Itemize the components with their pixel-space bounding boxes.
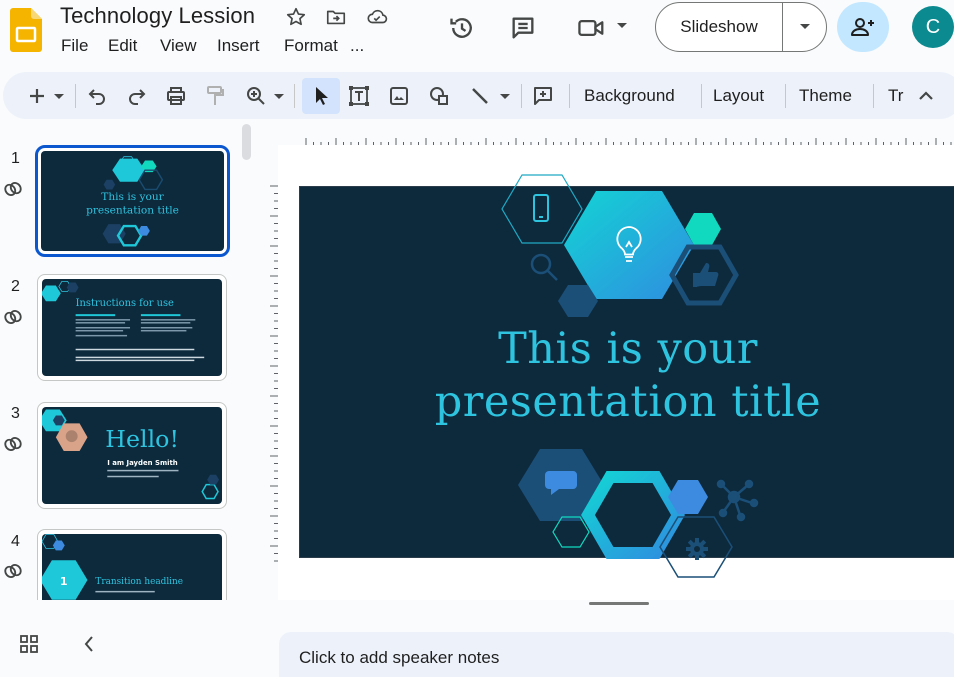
main-toolbar: Background Layout Theme Tr bbox=[3, 72, 954, 119]
filmstrip-scrollbar[interactable] bbox=[242, 124, 251, 160]
thumbnail-title: Transition headline bbox=[95, 577, 183, 587]
menu-view[interactable]: View bbox=[160, 36, 197, 56]
toolbar-divider bbox=[75, 84, 76, 108]
slide-thumbnail-3[interactable]: Hello! I am Jayden Smith bbox=[37, 402, 227, 509]
document-title[interactable]: Technology Lession bbox=[60, 3, 255, 29]
slideshow-label[interactable]: Slideshow bbox=[656, 3, 783, 51]
menu-format[interactable]: Format bbox=[284, 36, 338, 56]
thumbnail-title: Instructions for use bbox=[76, 298, 174, 309]
slide-number: 2 bbox=[11, 278, 20, 295]
line-dropdown-icon[interactable] bbox=[499, 84, 511, 108]
network-icon bbox=[716, 479, 759, 522]
svg-text:This is your: This is your bbox=[101, 191, 164, 203]
undo-icon[interactable] bbox=[85, 84, 109, 108]
print-icon[interactable] bbox=[164, 84, 188, 108]
slide-number: 4 bbox=[11, 533, 20, 550]
add-icon[interactable] bbox=[25, 84, 49, 108]
slide-number: 3 bbox=[11, 405, 20, 422]
meet-dropdown-icon[interactable] bbox=[616, 22, 628, 30]
move-to-folder-icon[interactable] bbox=[325, 6, 347, 28]
redo-icon[interactable] bbox=[125, 84, 149, 108]
select-icon[interactable] bbox=[309, 84, 333, 108]
slide-thumbnail-2[interactable]: Instructions for use bbox=[37, 274, 227, 381]
thumbnail-hexagons-icon: This is your presentation title bbox=[86, 156, 179, 247]
slide-thumbnail-1[interactable]: This is your presentation title bbox=[35, 145, 230, 257]
thumbnail-badge: 1 bbox=[60, 575, 68, 588]
zoom-icon[interactable] bbox=[244, 84, 268, 108]
slideshow-button[interactable]: Slideshow bbox=[655, 2, 827, 52]
thumbnail-canvas: Hello! I am Jayden Smith bbox=[42, 407, 222, 504]
linked-slide-icon[interactable] bbox=[2, 178, 24, 200]
menu-insert[interactable]: Insert bbox=[217, 36, 260, 56]
cloud-status-icon[interactable] bbox=[365, 6, 389, 28]
thumbnail-canvas: This is your presentation title bbox=[41, 151, 224, 251]
grid-view-icon[interactable] bbox=[19, 634, 39, 654]
svg-text:presentation title: presentation title bbox=[86, 205, 179, 217]
magnifier-icon bbox=[530, 253, 558, 281]
menu-edit[interactable]: Edit bbox=[108, 36, 137, 56]
shapes-icon[interactable] bbox=[427, 84, 451, 108]
thumbnail-subtitle: I am Jayden Smith bbox=[107, 459, 178, 467]
notes-resize-handle[interactable] bbox=[589, 602, 649, 605]
theme-button[interactable]: Theme bbox=[799, 86, 852, 106]
paint-format-icon[interactable] bbox=[203, 84, 227, 108]
toolbar-divider bbox=[294, 84, 295, 108]
mint-outline-hexagon bbox=[552, 516, 590, 548]
text-box-icon[interactable] bbox=[347, 84, 371, 108]
transition-button[interactable]: Tr bbox=[888, 86, 903, 106]
account-avatar[interactable]: C bbox=[912, 6, 954, 48]
thumbnail-title: Hello! bbox=[105, 425, 179, 453]
thumbnail-transition-icon: 1 Transition headline bbox=[42, 534, 183, 600]
thumbnail-instructions-icon: Instructions for use bbox=[42, 281, 205, 362]
add-comment-icon[interactable] bbox=[531, 84, 555, 108]
slide-title-textbox[interactable]: This is your presentation title bbox=[300, 323, 954, 429]
toolbar-divider bbox=[701, 84, 702, 108]
linked-slide-icon[interactable] bbox=[2, 560, 24, 582]
thumbnail-canvas: 1 Transition headline bbox=[42, 534, 222, 600]
linked-slide-icon[interactable] bbox=[2, 433, 24, 455]
star-icon[interactable] bbox=[285, 6, 307, 28]
current-slide[interactable]: This is your presentation title bbox=[299, 174, 954, 578]
horizontal-ruler[interactable] bbox=[278, 124, 954, 146]
menu-file[interactable]: File bbox=[61, 36, 88, 56]
comments-icon[interactable] bbox=[509, 14, 537, 42]
collapse-filmstrip-icon[interactable] bbox=[82, 634, 96, 654]
slide-filmstrip: 1 This is your presentation title 2 Inst… bbox=[0, 122, 260, 600]
layout-button[interactable]: Layout bbox=[713, 86, 764, 106]
thumbnail-hello-icon: Hello! I am Jayden Smith bbox=[42, 409, 220, 500]
toolbar-divider bbox=[785, 84, 786, 108]
collapse-toolbar-icon[interactable] bbox=[914, 84, 938, 108]
gear-icon bbox=[686, 538, 708, 560]
slide-title-line-2: presentation title bbox=[434, 377, 822, 427]
phone-hexagon bbox=[501, 174, 583, 244]
zoom-dropdown-icon[interactable] bbox=[273, 84, 285, 108]
version-history-icon[interactable] bbox=[448, 14, 476, 42]
share-button[interactable] bbox=[837, 2, 889, 52]
vertical-ruler[interactable] bbox=[262, 146, 278, 600]
add-dropdown-icon[interactable] bbox=[53, 84, 65, 108]
toolbar-divider bbox=[521, 84, 522, 108]
meet-icon[interactable] bbox=[576, 14, 608, 42]
toolbar-divider bbox=[569, 84, 570, 108]
background-button[interactable]: Background bbox=[584, 86, 675, 106]
toolbar-divider bbox=[873, 84, 874, 108]
image-icon[interactable] bbox=[387, 84, 411, 108]
slide-thumbnail-4[interactable]: 1 Transition headline bbox=[37, 529, 227, 600]
add-person-icon bbox=[851, 18, 874, 36]
thumbnail-canvas: Instructions for use bbox=[42, 279, 222, 376]
slide-number: 1 bbox=[11, 150, 20, 167]
line-icon[interactable] bbox=[468, 84, 492, 108]
app-header: Technology Lession File Edit View Insert… bbox=[0, 0, 954, 68]
menu-more[interactable]: ... bbox=[350, 36, 364, 56]
speaker-notes-placeholder[interactable]: Click to add speaker notes bbox=[299, 648, 499, 668]
linked-slide-icon[interactable] bbox=[2, 306, 24, 328]
speaker-notes-panel[interactable]: Click to add speaker notes bbox=[279, 632, 954, 677]
slides-logo-icon[interactable] bbox=[10, 8, 42, 52]
slideshow-dropdown-icon[interactable] bbox=[783, 3, 826, 51]
slide-title-line-1: This is your bbox=[498, 324, 758, 374]
outline-hexagon bbox=[581, 471, 685, 559]
thumbs-up-icon bbox=[695, 263, 719, 287]
